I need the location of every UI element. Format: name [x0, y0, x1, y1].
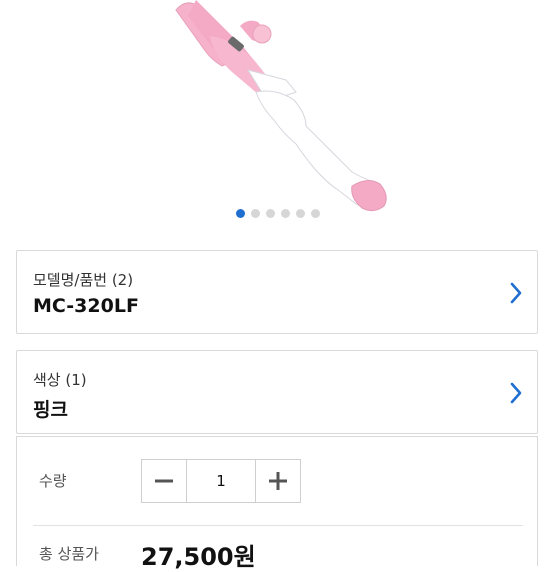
model-option-value: MC-320LF	[33, 295, 139, 317]
product-image	[175, 0, 387, 212]
carousel-dot[interactable]	[236, 209, 245, 218]
chevron-right-icon	[510, 382, 522, 404]
quantity-stepper: 1	[141, 459, 301, 503]
quantity-panel: 수량 1 총 상품가 27,500원	[16, 436, 538, 571]
divider	[33, 525, 523, 526]
quantity-input[interactable]: 1	[186, 460, 256, 502]
model-option-label: 모델명/품번 (2)	[33, 271, 134, 289]
chevron-right-icon	[510, 282, 522, 304]
color-option-selector[interactable]: 색상 (1) 핑크	[16, 350, 538, 434]
carousel-dot[interactable]	[266, 209, 275, 218]
color-option-value: 핑크	[33, 399, 68, 421]
carousel-indicator	[236, 209, 320, 218]
carousel-dot[interactable]	[251, 209, 260, 218]
increase-button[interactable]	[256, 460, 300, 502]
total-price-value: 27,500원	[141, 543, 256, 571]
quantity-label: 수량	[39, 472, 67, 490]
model-option-selector[interactable]: 모델명/품번 (2) MC-320LF	[16, 250, 538, 334]
carousel-dot[interactable]	[311, 209, 320, 218]
carousel-dot[interactable]	[281, 209, 290, 218]
color-option-label: 색상 (1)	[33, 371, 87, 389]
plus-icon	[269, 472, 287, 490]
carousel-dot[interactable]	[296, 209, 305, 218]
minus-icon	[155, 479, 173, 483]
decrease-button[interactable]	[142, 460, 186, 502]
product-image-carousel[interactable]	[0, 0, 554, 232]
